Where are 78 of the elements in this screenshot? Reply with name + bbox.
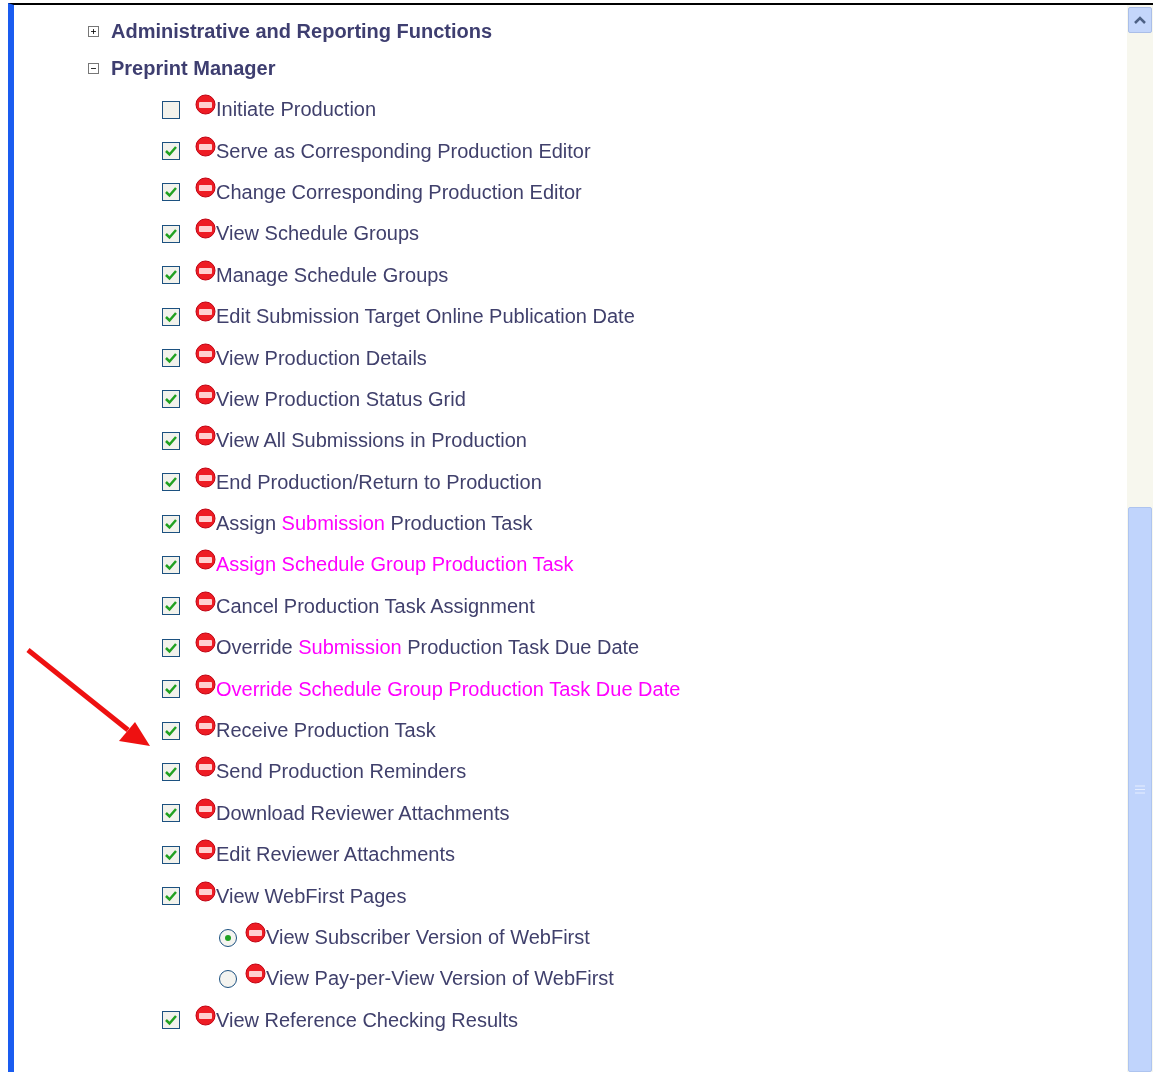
badge-icon	[195, 1004, 216, 1026]
permission-label: Serve as Corresponding Production Editor	[216, 139, 591, 163]
permission-label: Override Submission Production Task Due Date	[216, 636, 640, 660]
permission-label: Receive Production Task	[216, 719, 436, 743]
checkbox[interactable]	[162, 638, 180, 657]
section-title: Administrative and Reporting Functions	[111, 20, 493, 43]
permission-label: View Production Details	[216, 346, 427, 370]
checkbox[interactable]	[162, 142, 180, 161]
badge-icon	[195, 259, 216, 281]
scroll-thumb[interactable]	[1128, 507, 1152, 1072]
grip-icon	[1135, 785, 1145, 794]
badge-icon	[195, 756, 216, 778]
badge-icon	[195, 839, 216, 861]
checkbox[interactable]	[162, 100, 180, 119]
badge-icon	[195, 383, 216, 405]
badge-icon	[195, 301, 216, 323]
radio-button[interactable]	[218, 927, 238, 948]
checkbox[interactable]	[162, 556, 180, 574]
badge-icon	[195, 673, 216, 695]
permission-label: Edit Submission Target Online Publication Date	[216, 305, 635, 329]
permission-label: View Schedule Groups	[216, 222, 420, 246]
badge-icon	[195, 632, 216, 654]
checkbox[interactable]	[162, 721, 180, 740]
permission-label: Download Reviewer Attachments	[216, 801, 510, 825]
badge-icon	[195, 880, 216, 902]
checkbox[interactable]	[162, 1011, 180, 1030]
checkbox[interactable]	[162, 887, 180, 906]
permission-label: View WebFirst Pages	[216, 884, 407, 908]
scrollbar[interactable]	[1127, 5, 1153, 1072]
checkbox[interactable]	[162, 431, 180, 450]
badge-icon	[195, 549, 216, 571]
badge-icon	[195, 797, 216, 819]
permission-label: Assign Submission Production Task	[216, 512, 533, 536]
permission-label: Send Production Reminders	[216, 760, 467, 784]
permission-label: View Reference Checking Results	[216, 1008, 518, 1032]
badge-icon	[195, 508, 216, 530]
badge-icon	[245, 963, 266, 985]
permission-label: Cancel Production Task Assignment	[216, 594, 535, 618]
permission-label: End Production/Return to Production	[216, 470, 542, 494]
permission-label: View Subscriber Version of WebFirst	[266, 926, 590, 949]
collapse-icon[interactable]	[88, 63, 99, 74]
badge-icon	[195, 466, 216, 488]
radio-button[interactable]	[218, 968, 238, 989]
permission-label: Edit Reviewer Attachments	[216, 843, 455, 867]
badge-icon	[195, 176, 216, 198]
checkbox[interactable]	[162, 845, 180, 864]
checkbox[interactable]	[162, 390, 180, 409]
permission-label: View Pay-per-View Version of WebFirst	[266, 967, 614, 991]
badge-icon	[195, 425, 216, 447]
badge-icon	[195, 715, 216, 737]
expand-icon[interactable]	[88, 26, 99, 37]
permission-label: Manage Schedule Groups	[216, 263, 449, 287]
badge-icon	[195, 218, 216, 240]
checkbox[interactable]	[162, 307, 180, 326]
badge-icon	[195, 590, 216, 612]
permission-label: Initiate Production	[216, 98, 377, 122]
permission-label: View Production Status Grid	[216, 387, 466, 411]
checkbox[interactable]	[162, 349, 180, 368]
checkbox[interactable]	[162, 266, 180, 285]
permission-label: Override Schedule Group Production Task Due Date	[216, 677, 681, 701]
checkbox[interactable]	[162, 804, 180, 823]
caret-icon	[1134, 16, 1146, 24]
section-title: Preprint Manager	[111, 57, 276, 80]
badge-icon	[195, 342, 216, 364]
permission-label: View All Submissions in Production	[216, 429, 527, 453]
checkbox[interactable]	[162, 473, 180, 492]
checkbox[interactable]	[162, 183, 180, 202]
checkbox[interactable]	[162, 514, 180, 533]
badge-icon	[195, 94, 216, 116]
permission-label: Assign Schedule Group Production Task	[216, 553, 574, 577]
checkbox[interactable]	[162, 762, 180, 781]
scroll-up-button[interactable]	[1128, 7, 1152, 33]
checkbox[interactable]	[162, 224, 180, 243]
permission-label: Change Corresponding Production Editor	[216, 180, 582, 204]
checkbox[interactable]	[162, 597, 180, 616]
badge-icon	[245, 922, 266, 943]
checkbox[interactable]	[162, 680, 180, 699]
badge-icon	[195, 135, 216, 157]
